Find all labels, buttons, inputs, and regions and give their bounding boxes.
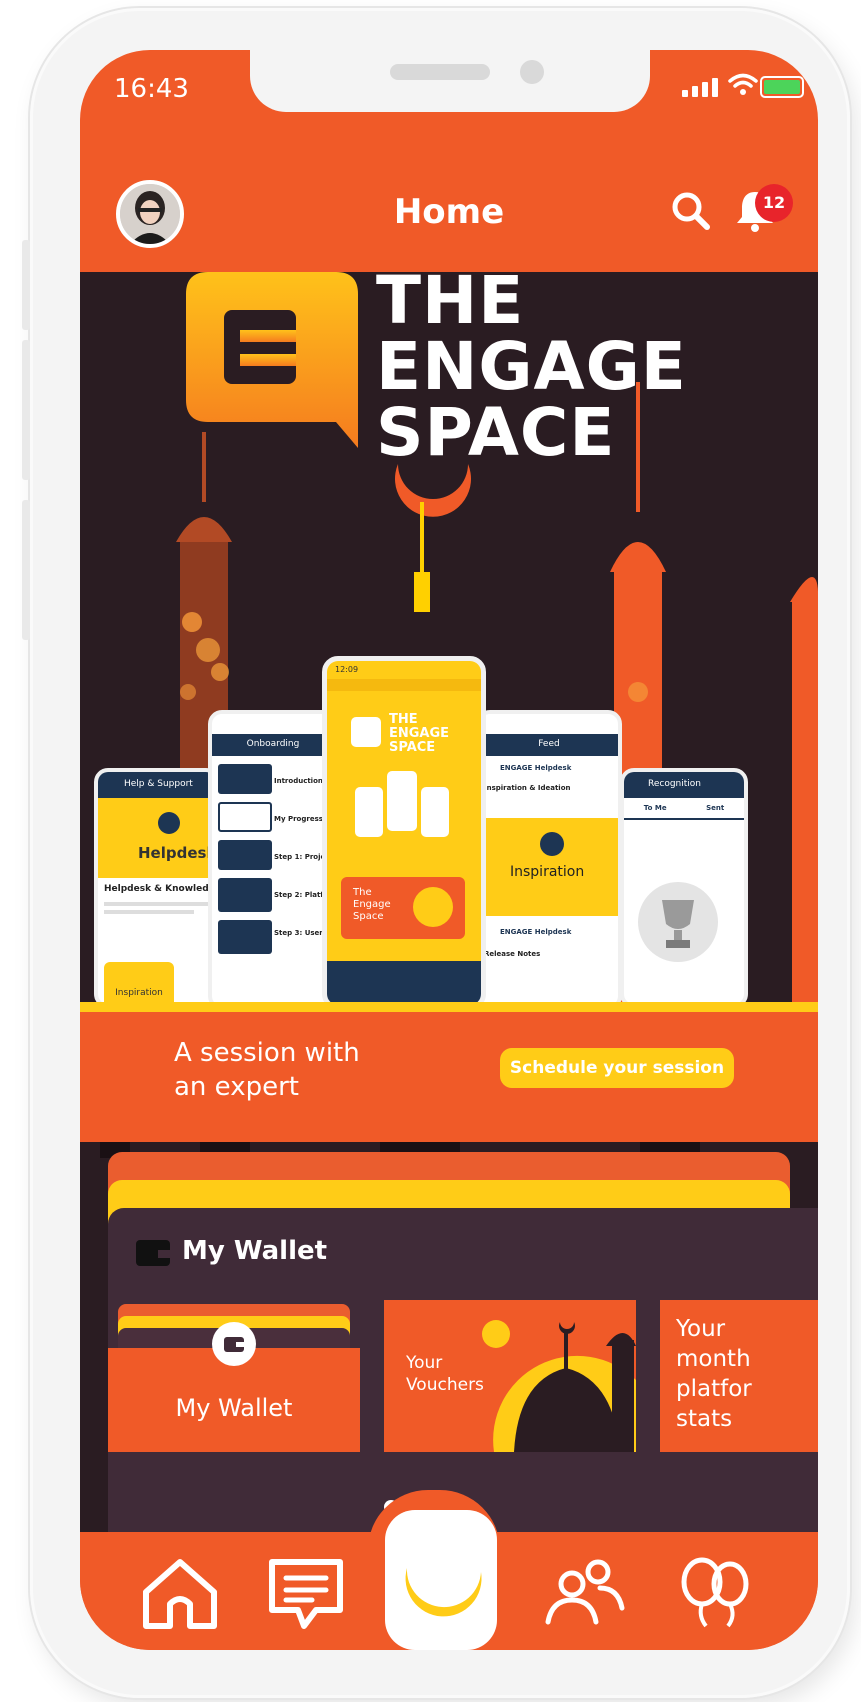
mockup-feed-post-2: Release Notes xyxy=(484,950,541,958)
side-button xyxy=(22,500,30,640)
mockup-center-title: THE ENGAGE SPACE xyxy=(389,713,469,755)
mockup-center-title-line: ENGAGE xyxy=(389,726,450,741)
mockup-recognition-tabs: To Me Sent xyxy=(624,798,744,820)
mockup-center-time: 12:09 xyxy=(335,665,359,674)
mockup-onboarding-phone: Onboarding Introduction My Progress Step… xyxy=(208,710,338,1002)
session-banner: A session with an expert Schedule your s… xyxy=(80,1002,818,1142)
mockup-feed-post: Inspiration & Ideation xyxy=(484,784,571,792)
mockup-help-label: Helpdesk xyxy=(138,844,217,862)
wallet-tile[interactable]: My Wallet xyxy=(108,1300,360,1452)
info-icon xyxy=(158,812,180,834)
mockup-center-phone: 12:09 THE ENGAGE SPACE The Engage Space xyxy=(322,656,486,1002)
notification-badge: 12 xyxy=(755,184,793,222)
mockup-feed-tile: Inspiration xyxy=(510,864,585,880)
banner-title: THE ENGAGE SPACE xyxy=(376,272,687,466)
wifi-icon xyxy=(728,73,758,95)
mockup-feed-title: Feed xyxy=(480,734,618,756)
mockup-help-title: Help & Support xyxy=(98,772,216,798)
side-button xyxy=(22,240,30,330)
trophy-icon xyxy=(638,882,718,962)
stats-tile-label-line: Your xyxy=(676,1316,726,1342)
wallet-icon xyxy=(136,1240,170,1266)
balloons-icon[interactable] xyxy=(674,1554,758,1634)
camera xyxy=(520,60,544,84)
hero-banner[interactable]: THE ENGAGE SPACE Help & Support Helpdesk… xyxy=(80,272,818,1002)
mockup-center-card: The Engage Space xyxy=(353,887,391,922)
speaker xyxy=(390,64,490,80)
mockup-help-tile: Inspiration xyxy=(104,962,174,1002)
stats-tile-label-line: month xyxy=(676,1346,751,1372)
stats-tile-label-line: platfor xyxy=(676,1376,752,1402)
mockup-feed-phone: Feed ENGAGE Helpdesk Inspiration & Ideat… xyxy=(476,710,622,1002)
search-icon[interactable] xyxy=(670,190,712,232)
mockup-center-title-line: SPACE xyxy=(389,740,436,755)
vouchers-tile[interactable]: Your Vouchers xyxy=(384,1300,636,1452)
banner-title-line: THE xyxy=(376,272,525,339)
mockup-help-hero: Helpdesk xyxy=(98,798,216,878)
schedule-session-button[interactable]: Schedule your session xyxy=(500,1048,734,1088)
session-text: A session with an expert xyxy=(174,1036,360,1104)
wallet-heading: My Wallet xyxy=(182,1236,328,1266)
status-bar: 16:43 xyxy=(80,50,818,150)
chat-icon[interactable] xyxy=(264,1554,348,1634)
people-icon[interactable] xyxy=(542,1554,626,1634)
mockup-onboarding-title: Onboarding xyxy=(212,734,334,756)
moon-icon xyxy=(405,1568,482,1617)
notch xyxy=(250,50,650,112)
session-text-line: A session with xyxy=(174,1038,360,1068)
stats-tile-label: Your month platfor stats xyxy=(676,1314,752,1434)
home-icon[interactable] xyxy=(138,1554,222,1634)
logo-icon xyxy=(351,717,381,747)
mockup-feed-author-2: ENGAGE Helpdesk xyxy=(500,928,572,936)
vouchers-tile-label-line: Your xyxy=(406,1353,443,1373)
wallet-tile-icon xyxy=(212,1322,256,1366)
wallet-card: My Wallet My Wallet Your Vouchers Your m… xyxy=(108,1208,818,1538)
wallet-section: My Wallet My Wallet Your Vouchers Your m… xyxy=(80,1142,818,1538)
mockup-recognition-tab: Sent xyxy=(706,804,725,812)
side-button xyxy=(22,340,30,480)
app-screen: 16:43 Home 12 THE ENGAGE SPACE Help & Su… xyxy=(80,50,818,1650)
battery-icon xyxy=(760,76,804,98)
mockup-center-title-line: THE xyxy=(389,712,418,727)
center-action-button[interactable] xyxy=(385,1510,497,1650)
vouchers-tile-label-line: Vouchers xyxy=(406,1375,484,1395)
app-header: Home 12 xyxy=(80,150,818,270)
banner-title-line: SPACE xyxy=(376,394,616,471)
status-time: 16:43 xyxy=(114,74,189,104)
vouchers-tile-label: Your Vouchers xyxy=(406,1352,484,1396)
session-text-line: an expert xyxy=(174,1072,299,1102)
stats-tile-label-line: stats xyxy=(676,1406,733,1432)
session-divider xyxy=(80,1002,818,1012)
mockup-help-phone: Help & Support Helpdesk Helpdesk & Knowl… xyxy=(94,768,220,1002)
lightbulb-icon xyxy=(540,832,564,856)
mockup-feed-author: ENGAGE Helpdesk xyxy=(500,764,572,772)
mockup-recognition-phone: Recognition To Me Sent xyxy=(620,768,748,1002)
banner-title-line: ENGAGE xyxy=(376,328,687,405)
wallet-tile-label: My Wallet xyxy=(175,1394,293,1422)
mockup-help-article: Helpdesk & Knowledge Ba xyxy=(104,884,220,894)
mockup-recognition-title: Recognition xyxy=(624,772,744,798)
monthly-stats-tile[interactable]: Your month platfor stats xyxy=(660,1300,818,1452)
signal-icon xyxy=(682,78,718,97)
mockup-recognition-tab: To Me xyxy=(643,804,667,812)
